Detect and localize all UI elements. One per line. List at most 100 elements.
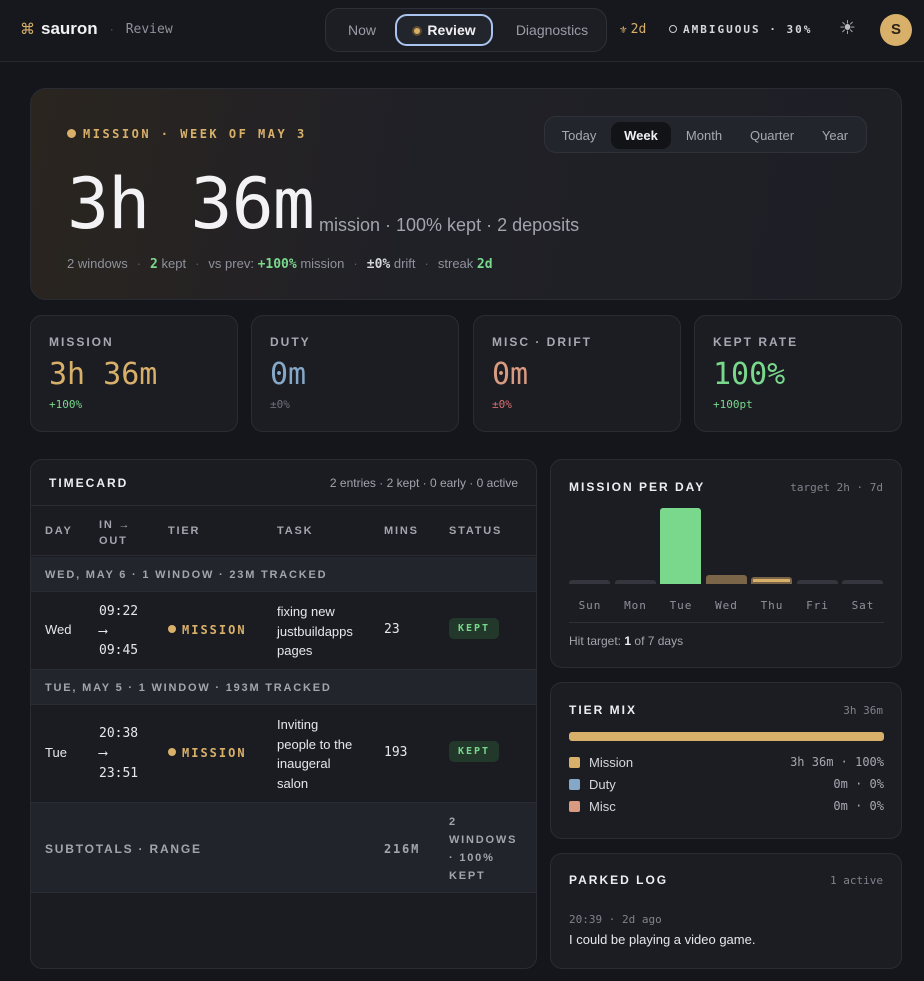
tab-review[interactable]: Review [395, 14, 493, 46]
stat-label: MISC · DRIFT [492, 335, 592, 349]
stat-label: MISSION [49, 335, 114, 349]
day-label-sun: Sun [578, 599, 602, 612]
parked-log-aside: 1 active [830, 874, 883, 887]
subtotals-note-line: · 100% [449, 852, 495, 864]
hit-target-summary: Hit target: 1 of 7 days [569, 634, 683, 648]
hero-label: MISSION · WEEK OF MAY 3 [67, 127, 307, 141]
hero-total-value: 3h 36m [67, 163, 315, 245]
avatar[interactable]: S [880, 14, 912, 46]
parked-log-title: PARKED LOG [569, 873, 669, 887]
tier-mix-row-duty: Duty 0m · 0% [569, 776, 884, 794]
meta-kept-count: 2 [150, 257, 158, 272]
range-today[interactable]: Today [551, 122, 607, 149]
bar-mon[interactable] [614, 580, 656, 584]
range-week[interactable]: Week [611, 122, 671, 149]
tier-mix-title: TIER MIX [569, 703, 638, 717]
row-day: Wed [45, 622, 72, 637]
day-label-wed: Wed [715, 599, 738, 612]
meta-streak-label: streak [437, 256, 474, 271]
col-in-out[interactable]: IN → OUT [99, 517, 131, 549]
row-in-out: 20:38 ⟶ 23:51 [99, 724, 138, 784]
tier-mix-aside: 3h 36m [843, 704, 883, 717]
tier-name: Duty [589, 777, 616, 792]
timecard-summary: 2 entries · 2 kept · 0 early · 0 active [329, 476, 518, 490]
tab-now[interactable]: Now [333, 14, 391, 46]
tier-mix-bar [569, 732, 884, 741]
range-year[interactable]: Year [811, 122, 859, 149]
row-task: fixing new justbuildapps pages [277, 602, 353, 661]
bar-tue[interactable] [660, 508, 701, 584]
fleur-icon: ⚜ [620, 23, 627, 36]
tab-review-label: Review [427, 22, 476, 38]
day-group-label: WED, MAY 6 · 1 WINDOW · 23M TRACKED [45, 569, 328, 581]
row-out: 23:51 [99, 766, 139, 781]
row-tier-label: MISSION [182, 746, 247, 760]
col-day[interactable]: DAY [45, 525, 73, 537]
streak-indicator[interactable]: ⚜ 2d [620, 22, 646, 37]
tab-diagnostics-label: Diagnostics [515, 22, 589, 38]
bar-fri[interactable] [796, 580, 838, 584]
brand-separator: · [109, 22, 114, 36]
tab-now-label: Now [347, 22, 376, 38]
mission-per-day-title: MISSION PER DAY [569, 480, 706, 494]
subtotals-note-line: WINDOWS [449, 834, 518, 846]
row-out: 09:45 [99, 643, 139, 658]
tier-name: Mission [589, 755, 634, 770]
timecard-header-row: DAY IN → OUT TIER TASK MINS STATUS [31, 505, 536, 556]
divider [569, 622, 884, 623]
tier-name: Misc [589, 799, 616, 814]
tab-diagnostics[interactable]: Diagnostics [502, 14, 602, 46]
col-mins[interactable]: MINS [384, 525, 419, 537]
meta-drift-label: drift [393, 256, 416, 271]
mission-per-day-card: MISSION PER DAY target 2h · 7d Sun Mon Tue… [550, 459, 902, 668]
table-row[interactable]: Tue 20:38 ⟶ 23:51 MISSION Inviting people t… [31, 705, 536, 803]
main-nav: Now Review Diagnostics [325, 8, 607, 52]
row-in: 09:22 [99, 604, 139, 619]
tier-mix-row-misc: Misc 0m · 0% [569, 798, 884, 816]
brand[interactable]: ⌘ sauron · Review [20, 19, 173, 39]
stat-label: KEPT RATE [713, 335, 799, 349]
range-quarter[interactable]: Quarter [741, 122, 803, 149]
current-page-label: Review [125, 21, 173, 37]
subtotals-mins: 216M [384, 842, 421, 856]
day-group-label: TUE, MAY 5 · 1 WINDOW · 193M TRACKED [45, 682, 332, 694]
bar-thu[interactable] [751, 577, 792, 584]
status-badge: KEPT [449, 618, 500, 639]
bar-wed[interactable] [705, 575, 747, 584]
meta-sep: · [195, 256, 200, 271]
stat-card-mission: MISSION 3h 36m +100% [30, 315, 238, 432]
col-tier[interactable]: TIER [168, 525, 200, 537]
table-row[interactable]: Wed 09:22 ⟶ 09:45 MISSION fixing new justbu… [31, 592, 536, 670]
mission-per-day-aside: target 2h · 7d [790, 481, 883, 494]
theme-toggle-sun-icon[interactable]: ☀ [839, 17, 856, 40]
range-month[interactable]: Month [675, 122, 733, 149]
mode-circle-icon [669, 25, 677, 33]
stat-delta: ±0% [270, 398, 290, 411]
tier-value: 0m · 0% [833, 777, 884, 791]
meta-prev-label: vs prev: [208, 256, 254, 271]
row-status: KEPT [449, 618, 500, 639]
col-status[interactable]: STATUS [449, 525, 502, 537]
stat-delta: ±0% [492, 398, 512, 411]
bar-sat[interactable] [842, 580, 883, 584]
tier-mix-segment-mission [569, 732, 884, 741]
parked-entry-text[interactable]: I could be playing a video game. [569, 932, 755, 947]
hero-meta: 2 windows · 2 kept · vs prev: +100% mission ·… [67, 256, 493, 272]
hero-subtitle: mission · 100% kept · 2 deposits [319, 215, 580, 235]
meta-prev-value: +100% [257, 257, 297, 272]
col-in-label: IN → [99, 519, 132, 531]
misc-swatch [569, 801, 580, 812]
task-line: pages [277, 643, 313, 658]
meta-kept-label: kept [161, 256, 187, 271]
col-task[interactable]: TASK [277, 525, 313, 537]
stat-value: 100% [713, 357, 786, 392]
row-task: Inviting people to the inaugeral salon [277, 715, 352, 793]
stat-value: 3h 36m [49, 357, 158, 392]
bar-sun[interactable] [569, 580, 610, 584]
mode-indicator[interactable]: AMBIGUOUS · 30% [669, 23, 812, 36]
stat-value: 0m [492, 357, 529, 392]
day-label-fri: Fri [806, 599, 829, 612]
row-mins: 23 [384, 622, 400, 637]
timecard-panel: TIMECARD 2 entries · 2 kept · 0 early · … [30, 459, 537, 969]
row-tier: MISSION [168, 746, 247, 760]
